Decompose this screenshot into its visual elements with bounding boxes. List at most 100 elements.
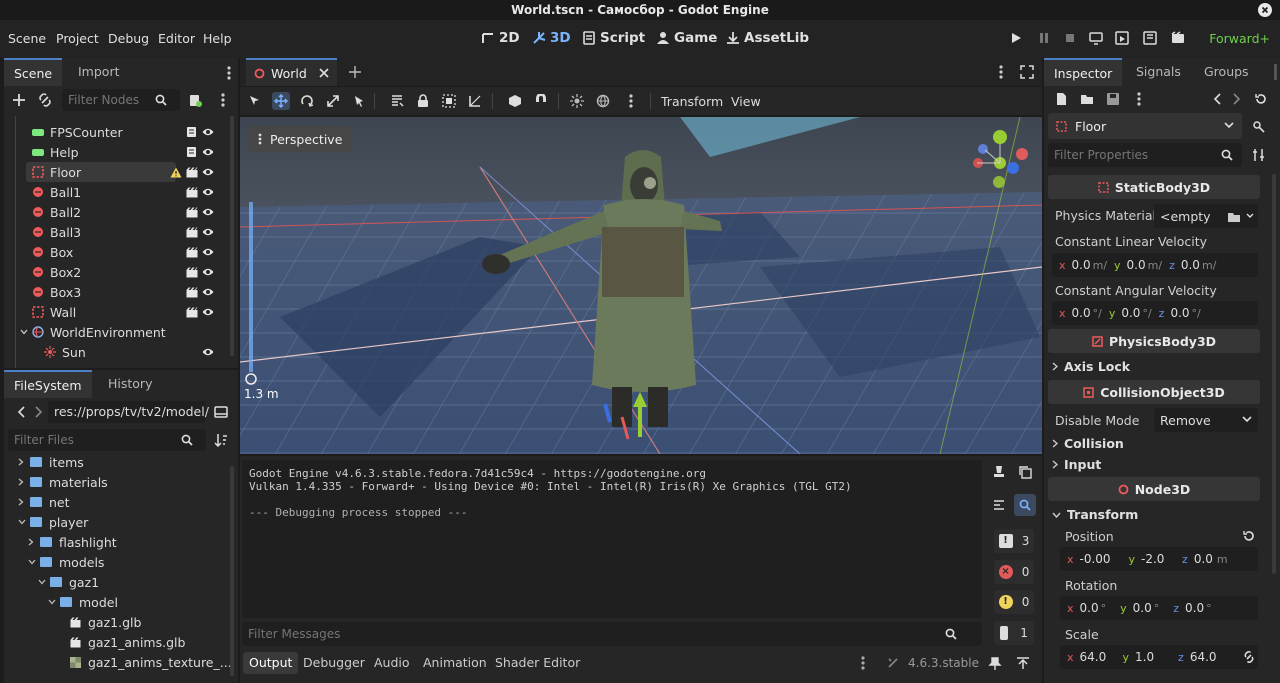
- tab-audio[interactable]: Audio: [368, 652, 416, 674]
- perspective-menu[interactable]: Perspective: [248, 126, 353, 152]
- split-view-icon[interactable]: [212, 403, 230, 421]
- tab-scene[interactable]: Scene: [4, 58, 63, 86]
- load-resource-icon[interactable]: [1228, 211, 1240, 222]
- copy-output-icon[interactable]: [1016, 463, 1034, 481]
- bottom-panel-menu-icon[interactable]: [854, 654, 872, 672]
- rotate-mode-icon[interactable]: [298, 92, 316, 110]
- revert-icon[interactable]: [1240, 527, 1258, 545]
- inspector-menu-icon[interactable]: [1130, 90, 1148, 108]
- mode-assetlib-button[interactable]: AssetLib: [726, 30, 809, 46]
- filter-properties-input[interactable]: [1048, 148, 1218, 162]
- local-space-icon[interactable]: [506, 92, 524, 110]
- scene-tree-node[interactable]: WorldEnvironment: [4, 322, 230, 342]
- section-staticbody3d[interactable]: StaticBody3D: [1048, 175, 1260, 199]
- inspector-scrollbar[interactable]: [1272, 174, 1276, 574]
- add-tab-icon[interactable]: [346, 63, 364, 81]
- chevron-right-icon[interactable]: [28, 538, 40, 546]
- play-scene-icon[interactable]: [1114, 30, 1132, 48]
- ruler-list-icon[interactable]: [388, 92, 406, 110]
- folder-item[interactable]: player: [18, 512, 88, 532]
- select-mode-icon[interactable]: [246, 92, 264, 110]
- tab-signals[interactable]: Signals: [1126, 58, 1191, 86]
- folder-item[interactable]: models: [28, 552, 104, 572]
- chevron-down-icon[interactable]: [20, 329, 28, 335]
- folder-item[interactable]: model: [48, 592, 118, 612]
- ruler-icon[interactable]: [466, 92, 484, 110]
- filter-messages-input[interactable]: [242, 627, 942, 641]
- chevron-down-icon[interactable]: [28, 559, 40, 565]
- chevron-right-icon[interactable]: [18, 458, 30, 466]
- angular-velocity-field[interactable]: x 0.0 °/ y 0.0 °/ z 0.0 °/: [1052, 301, 1258, 325]
- chevron-down-icon[interactable]: [38, 579, 50, 585]
- eye-icon[interactable]: [202, 226, 214, 238]
- play-icon[interactable]: [1008, 30, 1026, 48]
- sun-preview-icon[interactable]: [568, 92, 586, 110]
- clapperboard-icon[interactable]: [186, 247, 198, 258]
- expand-panel-icon[interactable]: [1014, 654, 1032, 672]
- scene-tree-node[interactable]: Sun: [4, 342, 230, 362]
- physics-material-field[interactable]: <empty: [1154, 204, 1258, 228]
- object-properties-icon[interactable]: [1250, 118, 1268, 136]
- position-field[interactable]: x -0.00 y -2.0 z 0.0 m: [1060, 547, 1258, 571]
- axis-lock-group[interactable]: Axis Lock: [1052, 359, 1130, 374]
- pause-icon[interactable]: [1036, 30, 1054, 48]
- errors-filter-button[interactable]: × 0: [994, 560, 1034, 584]
- mode-game-button[interactable]: Game: [656, 30, 717, 46]
- folder-item[interactable]: flashlight: [28, 532, 117, 552]
- menu-project[interactable]: Project: [56, 31, 99, 46]
- clapperboard-icon[interactable]: [186, 227, 198, 238]
- filter-files-input[interactable]: [8, 433, 178, 447]
- eye-icon[interactable]: [202, 306, 214, 318]
- back-icon[interactable]: [12, 403, 30, 421]
- clear-output-icon[interactable]: [990, 463, 1008, 481]
- zoom-reset-icon[interactable]: [244, 372, 258, 386]
- filter-messages[interactable]: [242, 622, 982, 646]
- file-item[interactable]: gaz1.glb: [58, 612, 141, 632]
- path-field[interactable]: res://props/tv/tv2/model/: [48, 401, 209, 423]
- folder-item[interactable]: gaz1: [38, 572, 99, 592]
- eye-icon[interactable]: [202, 246, 214, 258]
- file-item[interactable]: gaz1_anims_texture_...: [58, 652, 230, 672]
- chevron-right-icon[interactable]: [18, 478, 30, 486]
- scene-tree-menu-icon[interactable]: [214, 91, 232, 109]
- mode-2d-button[interactable]: 2D: [481, 30, 520, 46]
- menu-help[interactable]: Help: [203, 31, 232, 46]
- messages-filter-button[interactable]: ! 3: [994, 529, 1034, 553]
- attach-script-icon[interactable]: [186, 91, 204, 109]
- clapperboard-icon[interactable]: [186, 307, 198, 318]
- folder-item[interactable]: materials: [18, 472, 108, 492]
- filter-properties[interactable]: [1048, 143, 1242, 167]
- eye-icon[interactable]: [202, 146, 214, 158]
- open-resource-icon[interactable]: [1078, 90, 1096, 108]
- tab-inspector[interactable]: Inspector: [1044, 58, 1123, 86]
- version-label[interactable]: 4.6.3.stable: [908, 656, 979, 670]
- eye-icon[interactable]: [202, 206, 214, 218]
- tools-icon[interactable]: [1250, 146, 1268, 164]
- 3d-viewport[interactable]: Perspective 1.3 m: [240, 117, 1042, 454]
- scale-mode-icon[interactable]: [324, 92, 342, 110]
- scene-tree-node[interactable]: Floor: [26, 162, 176, 182]
- play-custom-scene-icon[interactable]: [1142, 30, 1160, 48]
- input-group[interactable]: Input: [1052, 457, 1101, 472]
- scene-tree-scrollbar[interactable]: [230, 116, 234, 356]
- eye-icon[interactable]: [202, 346, 214, 358]
- script-icon[interactable]: [186, 146, 198, 158]
- renderer-dropdown[interactable]: Forward+: [1209, 31, 1270, 46]
- menu-scene[interactable]: Scene: [8, 31, 46, 46]
- rotation-field[interactable]: x 0.0 ° y 0.0 ° z 0.0 °: [1060, 596, 1258, 620]
- eye-icon[interactable]: [202, 266, 214, 278]
- file-item[interactable]: gaz1_anims.glb: [58, 632, 185, 652]
- chevron-down-icon[interactable]: [48, 599, 60, 605]
- filter-nodes[interactable]: [62, 89, 180, 111]
- lock-icon[interactable]: [414, 92, 432, 110]
- eye-icon[interactable]: [202, 286, 214, 298]
- stop-icon[interactable]: [1062, 30, 1080, 48]
- clapperboard-icon[interactable]: [186, 267, 198, 278]
- node-selector[interactable]: Floor: [1048, 113, 1242, 139]
- chevron-down-icon[interactable]: [18, 519, 30, 525]
- list-select-icon[interactable]: [350, 92, 368, 110]
- tab-filesystem[interactable]: FileSystem: [4, 370, 92, 398]
- tab-menu-icon[interactable]: [992, 63, 1010, 81]
- pin-panel-icon[interactable]: [986, 654, 1004, 672]
- folder-item[interactable]: items: [18, 452, 84, 472]
